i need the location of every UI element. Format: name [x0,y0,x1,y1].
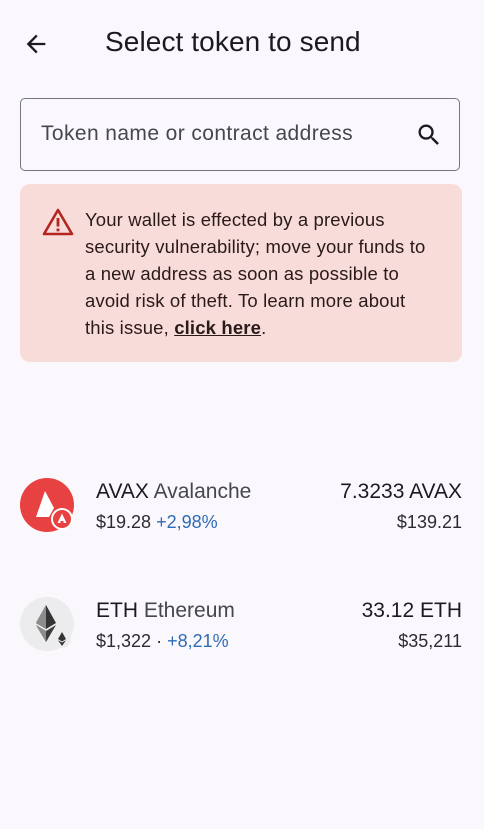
token-symbol: AVAX [96,480,149,503]
warning-triangle-icon [42,208,74,236]
app-header: Select token to send [0,0,484,84]
search-icon[interactable] [415,121,443,149]
token-title: ETH Ethereum [96,598,235,624]
token-row-avax[interactable]: AVAX Avalanche $19.28 +2,98% 7.3233 AVAX… [0,462,484,552]
security-warning-banner: Your wallet is effected by a previous se… [20,184,462,362]
token-name: Avalanche [153,480,252,503]
price-separator: · [156,631,163,651]
avalanche-logo-icon [20,478,74,532]
token-change: +8,21% [167,631,229,651]
token-price: $1,322 [96,631,152,651]
warning-message: Your wallet is effected by a previous se… [85,206,435,341]
token-price: $19.28 [96,512,152,532]
token-balance: 33.12 ETH [361,599,462,622]
page-title: Select token to send [105,26,361,57]
back-button[interactable] [18,26,54,62]
token-price-line: $1,322 · +8,21% [96,629,229,653]
search-field[interactable] [20,98,460,171]
token-row-eth[interactable]: ETH Ethereum $1,322 · +8,21% 33.12 ETH $… [0,581,484,671]
token-balance: 7.3233 AVAX [340,480,462,503]
token-fiat-value: $139.21 [396,512,462,532]
arrow-left-icon [26,34,46,54]
token-title: AVAX Avalanche [96,479,251,505]
warning-suffix: . [261,317,267,338]
token-price-line: $19.28 +2,98% [96,510,218,534]
token-change: +2,98% [156,512,218,532]
search-input[interactable] [41,99,401,169]
learn-more-link[interactable]: click here [174,317,261,338]
token-name: Ethereum [143,599,235,622]
token-fiat-value: $35,211 [398,631,462,651]
token-symbol: ETH [96,599,138,622]
ethereum-logo-icon [20,597,74,651]
